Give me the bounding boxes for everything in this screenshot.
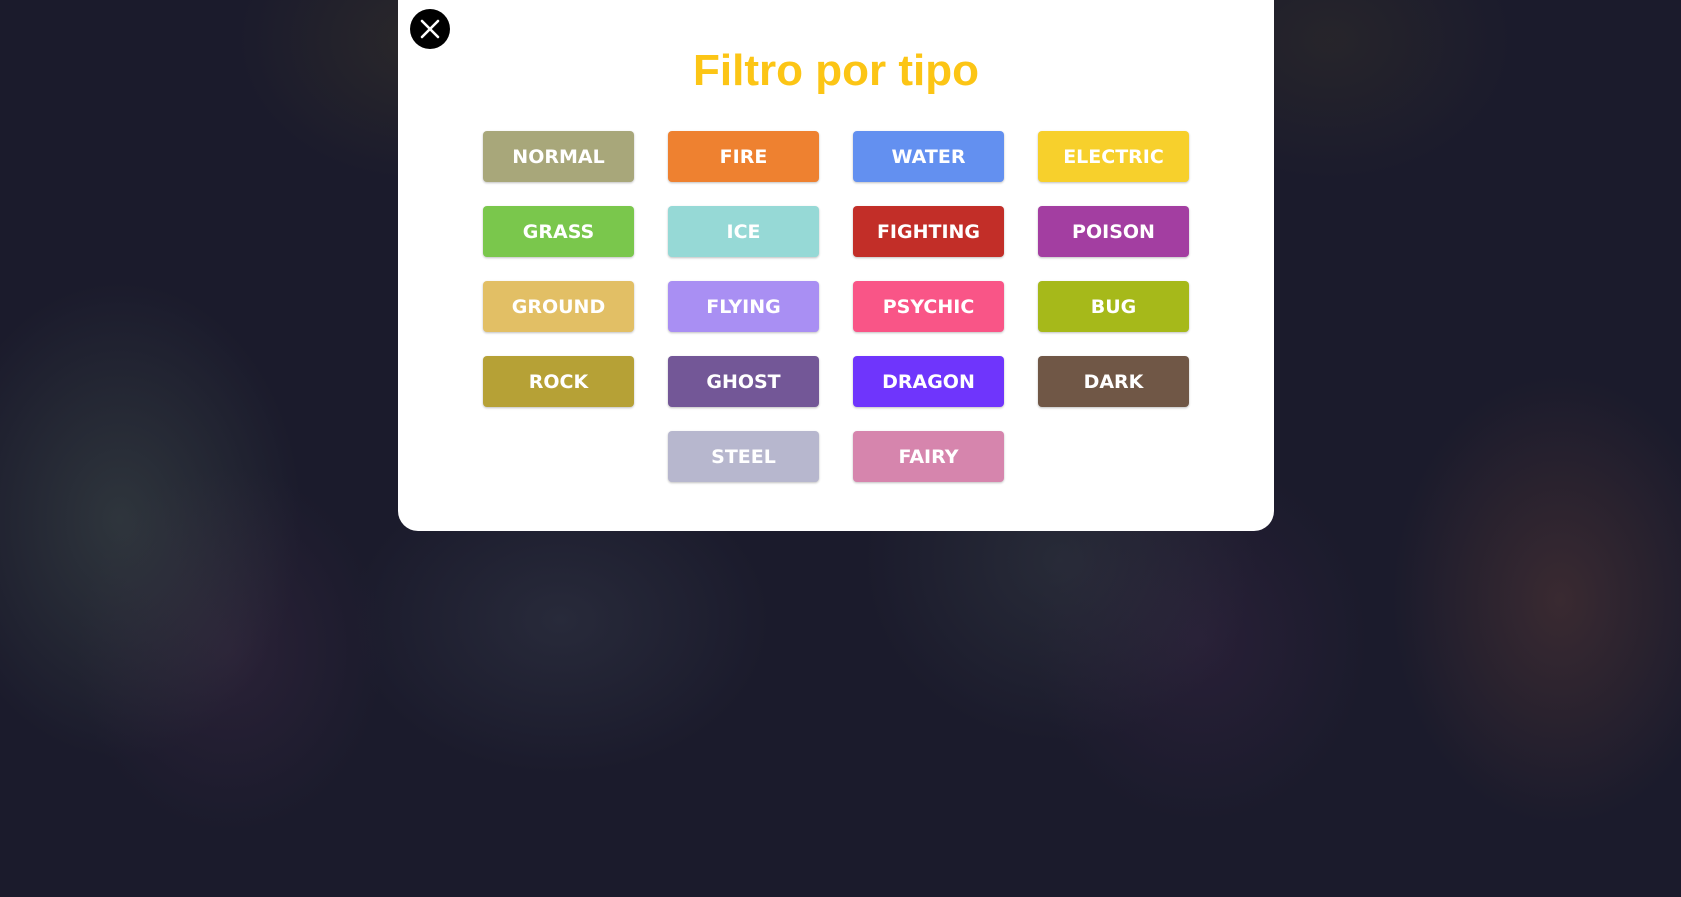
type-button-ground[interactable]: GROUND: [483, 281, 634, 332]
type-button-bug[interactable]: BUG: [1038, 281, 1189, 332]
type-button-fire[interactable]: FIRE: [668, 131, 819, 182]
close-icon: [420, 19, 440, 39]
type-button-steel[interactable]: STEEL: [668, 431, 819, 482]
type-button-ice[interactable]: ICE: [668, 206, 819, 257]
type-button-psychic[interactable]: PSYCHIC: [853, 281, 1004, 332]
type-button-water[interactable]: WATER: [853, 131, 1004, 182]
type-button-fairy[interactable]: FAIRY: [853, 431, 1004, 482]
type-button-dark[interactable]: DARK: [1038, 356, 1189, 407]
type-button-grass[interactable]: GRASS: [483, 206, 634, 257]
type-button-normal[interactable]: NORMAL: [483, 131, 634, 182]
type-button-electric[interactable]: ELECTRIC: [1038, 131, 1189, 182]
type-button-flying[interactable]: FLYING: [668, 281, 819, 332]
modal-title: Filtro por tipo: [693, 46, 979, 95]
type-button-ghost[interactable]: GHOST: [668, 356, 819, 407]
type-button-fighting[interactable]: FIGHTING: [853, 206, 1004, 257]
type-button-poison[interactable]: POISON: [1038, 206, 1189, 257]
type-button-dragon[interactable]: DRAGON: [853, 356, 1004, 407]
type-button-rock[interactable]: ROCK: [483, 356, 634, 407]
